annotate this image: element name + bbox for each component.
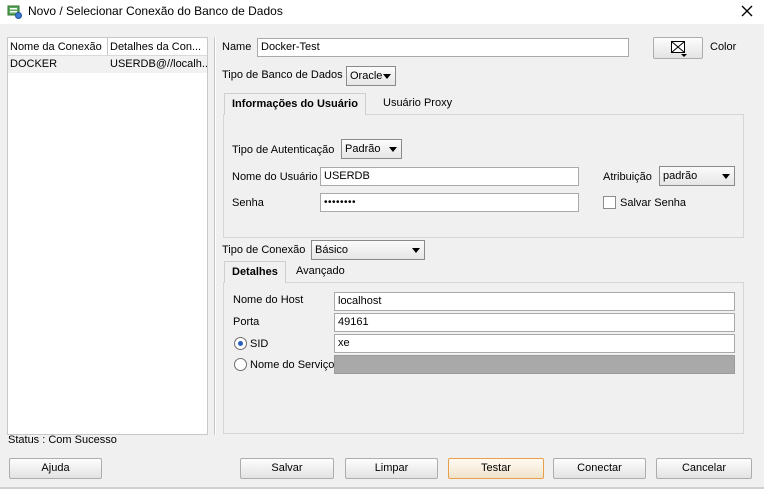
- password-input[interactable]: ••••••••: [320, 193, 579, 212]
- list-item[interactable]: DOCKER USERDB@//localh...: [8, 56, 207, 73]
- service-name-input: [334, 355, 735, 374]
- color-label: Color: [710, 41, 737, 53]
- db-type-value: Oracle: [350, 70, 383, 82]
- save-password-checkbox[interactable]: [603, 196, 616, 209]
- password-label: Senha: [232, 197, 264, 209]
- tab-details[interactable]: Detalhes: [224, 261, 286, 283]
- auth-type-select[interactable]: Padrão: [341, 139, 402, 159]
- name-label: Name: [222, 41, 252, 53]
- role-value: padrão: [663, 170, 698, 182]
- tab-advanced[interactable]: Avançado: [289, 261, 352, 283]
- chevron-down-icon: [383, 74, 391, 79]
- auth-type-value: Padrão: [345, 143, 381, 155]
- test-button[interactable]: Testar: [448, 458, 544, 479]
- cancel-button[interactable]: Cancelar: [656, 458, 752, 479]
- column-header-name[interactable]: Nome da Conexão: [8, 38, 108, 56]
- chevron-down-icon: [412, 248, 420, 253]
- username-input[interactable]: USERDB: [320, 167, 579, 186]
- sid-radio[interactable]: [234, 337, 247, 350]
- clear-button[interactable]: Limpar: [345, 458, 438, 479]
- splitter[interactable]: [214, 37, 216, 435]
- port-input[interactable]: 49161: [334, 313, 735, 332]
- role-label: Atribuição: [603, 171, 652, 183]
- connection-type-value: Básico: [315, 244, 349, 256]
- db-type-label: Tipo de Banco de Dados: [222, 69, 343, 81]
- connection-type-select[interactable]: Básico: [311, 240, 425, 260]
- db-type-select[interactable]: Oracle: [346, 66, 396, 86]
- connection-type-label: Tipo de Conexão: [222, 244, 306, 256]
- chevron-down-icon: [389, 147, 397, 152]
- role-select[interactable]: padrão: [659, 166, 735, 186]
- connection-name-cell: DOCKER: [10, 58, 58, 70]
- username-label: Nome do Usuário: [232, 171, 318, 183]
- connection-details-cell: USERDB@//localh...: [110, 58, 207, 70]
- help-button[interactable]: Ajuda: [9, 458, 102, 479]
- database-plug-icon: [7, 5, 22, 19]
- chevron-down-icon: [722, 174, 730, 179]
- connection-list[interactable]: Nome da Conexão Detalhes da Con... DOCKE…: [7, 37, 208, 435]
- status-text: Status : Com Sucesso: [8, 434, 117, 446]
- column-header-details[interactable]: Detalhes da Con...: [108, 38, 207, 56]
- host-input[interactable]: localhost: [334, 292, 735, 311]
- save-button[interactable]: Salvar: [240, 458, 334, 479]
- service-name-label: Nome do Serviço: [250, 359, 335, 371]
- auth-type-label: Tipo de Autenticação: [232, 144, 335, 156]
- service-name-radio[interactable]: [234, 358, 247, 371]
- sid-input[interactable]: xe: [334, 334, 735, 353]
- title-bar: Novo / Selecionar Conexão do Banco de Da…: [0, 0, 764, 24]
- close-icon[interactable]: [738, 2, 756, 20]
- host-label: Nome do Host: [233, 294, 304, 306]
- port-label: Porta: [233, 316, 260, 328]
- connect-button[interactable]: Conectar: [553, 458, 646, 479]
- name-input[interactable]: Docker-Test: [257, 38, 629, 57]
- color-button[interactable]: [653, 37, 703, 59]
- save-password-label: Salvar Senha: [620, 197, 687, 209]
- tab-user-info[interactable]: Informações do Usuário: [224, 93, 366, 115]
- sid-label: SID: [250, 338, 269, 350]
- tab-proxy-user[interactable]: Usuário Proxy: [376, 93, 459, 115]
- color-picker-icon: [671, 41, 687, 57]
- window-title: Novo / Selecionar Conexão do Banco de Da…: [28, 4, 283, 18]
